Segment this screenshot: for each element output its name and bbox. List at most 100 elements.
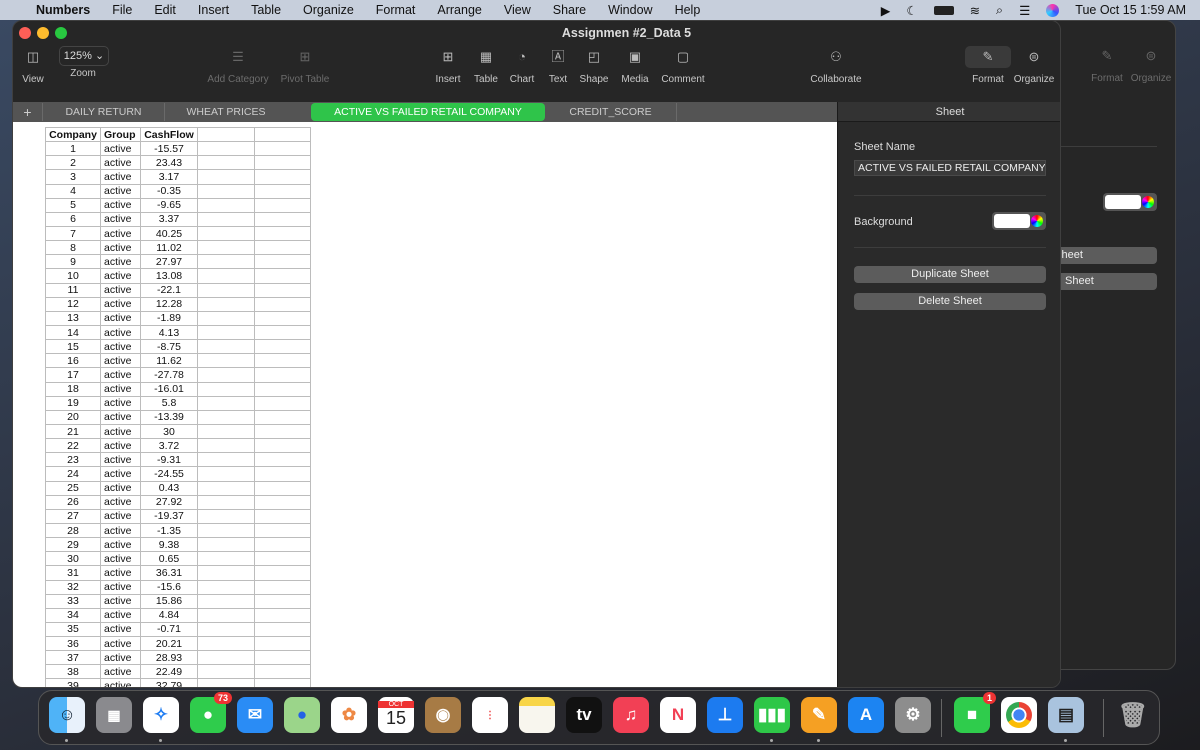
table-cell[interactable]: 16 <box>45 353 101 369</box>
pivot-table-button[interactable]: ⊞ Pivot Table <box>277 46 333 85</box>
table-cell[interactable] <box>254 211 311 227</box>
table-cell[interactable]: 38 <box>45 664 101 680</box>
bg-background-well[interactable] <box>1103 193 1157 211</box>
table-cell[interactable]: 30 <box>140 423 198 440</box>
table-cell[interactable]: 3.72 <box>140 438 198 454</box>
table-cell[interactable]: -8.75 <box>140 339 198 355</box>
table-cell[interactable]: 12.28 <box>140 296 198 312</box>
table-cell[interactable]: 27.97 <box>140 254 198 270</box>
column-header[interactable] <box>254 126 311 143</box>
facetime-icon[interactable]: ■ 1 <box>954 692 996 733</box>
table-cell[interactable] <box>254 282 311 298</box>
table-cell[interactable]: active <box>100 395 141 411</box>
comment-button[interactable]: ▢ Comment <box>659 46 707 85</box>
tab-daily-return[interactable]: DAILY RETURN <box>43 103 165 121</box>
clock[interactable]: Tue Oct 15 1:59 AM <box>1075 3 1186 17</box>
table-cell[interactable]: -27.78 <box>140 367 198 383</box>
table-cell[interactable]: 32 <box>45 579 101 595</box>
column-header[interactable] <box>197 126 255 143</box>
table-cell[interactable]: 39 <box>45 678 101 687</box>
text-button[interactable]: 🄰 Text <box>545 46 571 85</box>
table-cell[interactable]: active <box>100 197 141 213</box>
table-cell[interactable] <box>254 225 311 242</box>
table-cell[interactable] <box>197 339 255 355</box>
table-cell[interactable]: -22.1 <box>140 282 198 298</box>
menu-help[interactable]: Help <box>675 3 701 17</box>
table-cell[interactable] <box>254 381 311 397</box>
table-cell[interactable]: -9.31 <box>140 452 198 468</box>
table-cell[interactable]: 36.31 <box>140 565 198 581</box>
table-cell[interactable]: 9 <box>45 254 101 270</box>
table-cell[interactable]: -15.6 <box>140 579 198 595</box>
table-cell[interactable] <box>197 438 255 454</box>
table-cell[interactable]: active <box>100 339 141 355</box>
table-cell[interactable]: active <box>100 636 141 652</box>
table-cell[interactable]: active <box>100 522 141 539</box>
siri-icon[interactable] <box>1046 3 1060 17</box>
music-icon[interactable]: ♫ <box>613 697 649 733</box>
table-cell[interactable]: active <box>100 452 141 468</box>
table-cell[interactable] <box>197 211 255 227</box>
table-cell[interactable]: 15.86 <box>140 593 198 609</box>
table-cell[interactable]: 11.02 <box>140 240 198 256</box>
table-cell[interactable] <box>254 593 311 609</box>
numbers-icon[interactable]: ▮▮▮ <box>754 697 790 733</box>
table-cell[interactable] <box>254 664 311 680</box>
table-cell[interactable]: -1.35 <box>140 522 198 539</box>
wifi-icon[interactable]: ≋ <box>970 3 980 18</box>
bg-format-button[interactable]: ✎ Format <box>1087 45 1127 84</box>
table-cell[interactable]: 28 <box>45 522 101 539</box>
table-cell[interactable]: 20.21 <box>140 636 198 652</box>
table-cell[interactable] <box>197 409 255 425</box>
data-table[interactable]: Company Group CashFlow 1 active -15.57 2 active… <box>45 126 311 687</box>
table-cell[interactable] <box>197 197 255 213</box>
menu-window[interactable]: Window <box>608 3 652 17</box>
table-cell[interactable]: active <box>100 268 141 284</box>
table-cell[interactable] <box>197 664 255 680</box>
play-icon[interactable]: ▶ <box>881 3 891 18</box>
table-cell[interactable]: 7 <box>45 225 101 242</box>
table-cell[interactable]: 3.37 <box>140 211 198 227</box>
photos-icon[interactable]: ✿ <box>331 697 367 733</box>
table-cell[interactable]: 14 <box>45 324 101 341</box>
table-cell[interactable] <box>197 650 255 666</box>
table-cell[interactable]: active <box>100 593 141 609</box>
table-cell[interactable] <box>197 324 255 341</box>
table-cell[interactable]: 3.17 <box>140 169 198 185</box>
menu-table[interactable]: Table <box>251 3 281 17</box>
collaborate-button[interactable]: ⚇ Collaborate <box>809 46 863 85</box>
table-cell[interactable]: 1 <box>45 141 101 157</box>
table-cell[interactable] <box>254 621 311 638</box>
notes-icon[interactable] <box>519 697 555 733</box>
table-cell[interactable] <box>197 225 255 242</box>
launchpad-icon[interactable]: ▦ <box>96 697 132 733</box>
table-cell[interactable]: active <box>100 480 141 496</box>
reminders-icon[interactable]: ⋮ <box>472 697 508 733</box>
table-cell[interactable]: 15 <box>45 339 101 355</box>
table-cell[interactable]: 25 <box>45 480 101 496</box>
table-cell[interactable]: active <box>100 565 141 581</box>
table-cell[interactable] <box>197 423 255 440</box>
add-category-button[interactable]: ☰ Add Category <box>203 46 273 85</box>
system-preferences-icon[interactable]: ⚙ <box>895 697 931 733</box>
table-cell[interactable] <box>254 551 311 567</box>
table-cell[interactable]: active <box>100 310 141 326</box>
table-cell[interactable]: active <box>100 466 141 482</box>
table-cell[interactable] <box>254 339 311 355</box>
table-cell[interactable]: 4.84 <box>140 607 198 623</box>
table-cell[interactable] <box>254 579 311 595</box>
table-cell[interactable] <box>254 310 311 326</box>
sheet-name-field[interactable]: ACTIVE VS FAILED RETAIL COMPANY <box>854 160 1046 176</box>
table-cell[interactable] <box>254 324 311 341</box>
table-cell[interactable]: -0.71 <box>140 621 198 638</box>
table-cell[interactable]: active <box>100 664 141 680</box>
menu-view[interactable]: View <box>504 3 531 17</box>
column-header[interactable]: Company <box>45 126 101 143</box>
pages-icon[interactable]: ✎ <box>801 697 837 733</box>
safari-icon[interactable]: ✧ <box>143 697 179 733</box>
table-cell[interactable]: 18 <box>45 381 101 397</box>
table-cell[interactable] <box>197 296 255 312</box>
sheet-canvas[interactable]: Company Group CashFlow 1 active -15.57 2 active… <box>13 122 837 687</box>
table-cell[interactable]: 37 <box>45 650 101 666</box>
table-cell[interactable]: active <box>100 621 141 638</box>
